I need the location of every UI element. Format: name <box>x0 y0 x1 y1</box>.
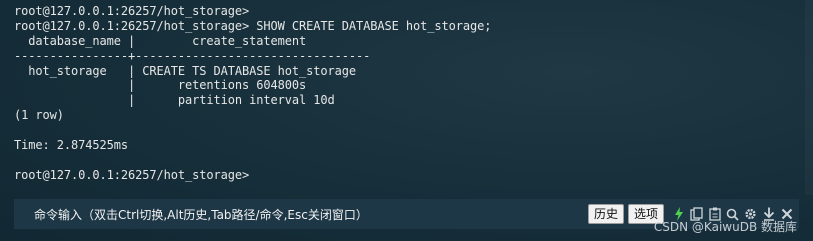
terminal-line: | partition interval 10d <box>14 93 335 108</box>
command-input-hint[interactable]: 命令输入（双击Ctrl切换,Alt历史,Tab路径/命令,Esc关闭窗口） <box>34 206 588 223</box>
terminal-scrollbar[interactable] <box>805 0 813 195</box>
terminal-prompt[interactable]: root@127.0.0.1:26257/hot_storage> <box>14 168 805 183</box>
terminal-line: hot_storage | CREATE TS DATABASE hot_sto… <box>14 63 356 78</box>
terminal-output[interactable]: root@127.0.0.1:26257/hot_storage> root@1… <box>0 0 805 195</box>
terminal-line: root@127.0.0.1:26257/hot_storage> SHOW C… <box>14 18 492 33</box>
terminal-line: (1 row) <box>14 108 64 123</box>
terminal-line: Time: 2.874525ms <box>14 138 128 153</box>
terminal-line: | retentions 604800s <box>14 78 307 93</box>
terminal-line: ----------------+-----------------------… <box>14 48 371 63</box>
history-button[interactable]: 历史 <box>587 204 624 224</box>
watermark: CSDN @KaiwuDB 数据库 <box>653 220 797 234</box>
terminal-line: root@127.0.0.1:26257/hot_storage> <box>14 4 250 18</box>
terminal-line: database_name | create_statement <box>14 33 307 48</box>
